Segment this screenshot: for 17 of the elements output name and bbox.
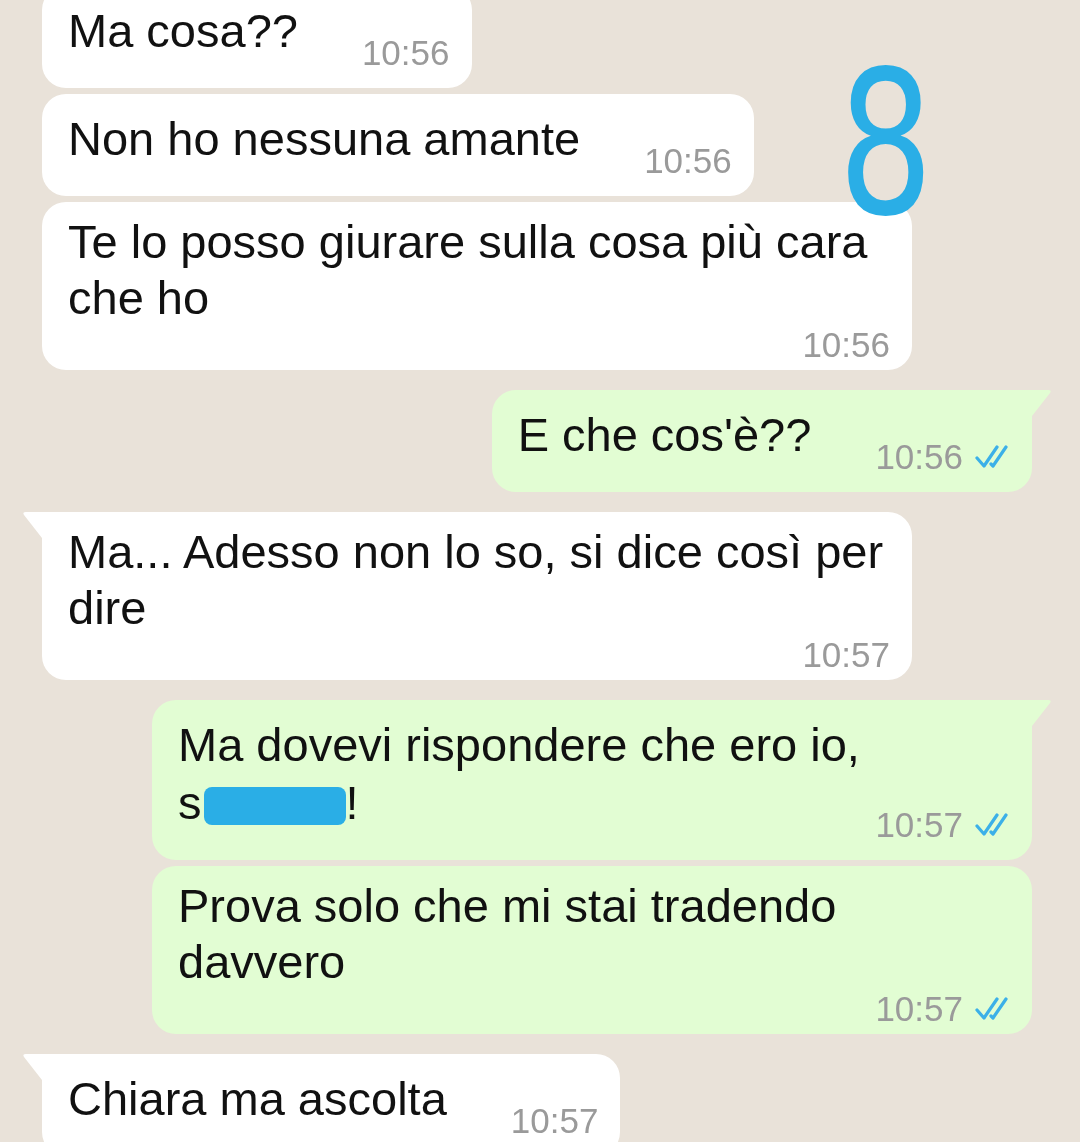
- message-text: Ma dovevi rispondere che ero io,: [178, 717, 861, 773]
- message-text: Ma... Adesso non lo so, si dice così per dire: [68, 524, 885, 636]
- message-time: 10:57: [510, 1100, 599, 1142]
- message-text: Prova solo che mi stai tradendo davvero: [178, 878, 838, 990]
- message-text: !: [345, 776, 359, 829]
- message-time: 10:57: [875, 988, 963, 1030]
- message-text: Chiara ma ascolta: [68, 1072, 447, 1125]
- message-time: 10:56: [875, 436, 963, 478]
- message-time: 10:56: [644, 140, 732, 182]
- message-time: 10:57: [875, 804, 963, 846]
- message-text: s: [178, 776, 202, 829]
- message-time: 10:56: [802, 324, 890, 366]
- message-text: E che cos'è??: [517, 408, 812, 461]
- message-text: Ma cosa??: [68, 4, 298, 57]
- message-text: Non ho nessuna amante: [68, 112, 581, 165]
- message-time: 10:57: [802, 634, 890, 676]
- message-time: 10:56: [361, 32, 450, 74]
